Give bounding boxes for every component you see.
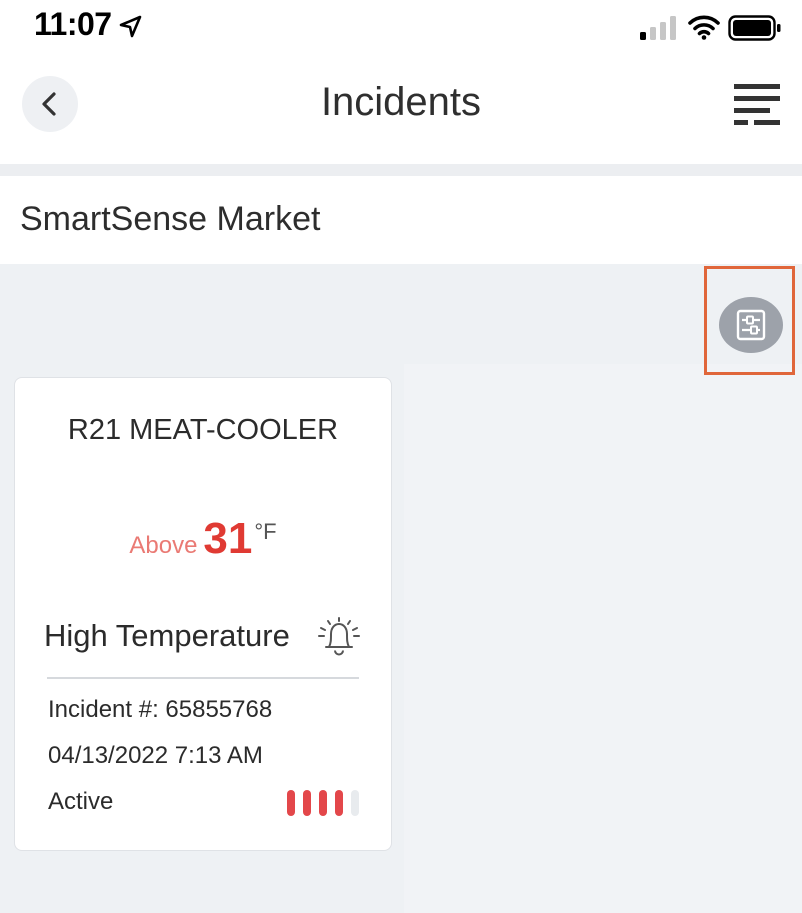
reading-prefix: Above xyxy=(129,532,198,559)
status-bar: 11:07 xyxy=(0,0,802,56)
severity-bar xyxy=(351,790,359,816)
severity-bar xyxy=(319,790,327,816)
incident-datetime: 04/13/2022 7:13 AM xyxy=(48,742,263,769)
header-divider xyxy=(0,164,802,176)
filter-sliders-icon xyxy=(736,309,766,341)
location-name: SmartSense Market xyxy=(20,200,321,238)
device-name: R21 MEAT-COOLER xyxy=(67,414,339,446)
content-background-strip xyxy=(404,364,802,913)
bell-ringing-icon xyxy=(318,617,360,656)
reading-value: 31 xyxy=(203,514,253,563)
incident-number: Incident #: 65855768 xyxy=(48,696,273,723)
filter-button[interactable] xyxy=(719,297,783,353)
alert-type: High Temperature xyxy=(44,618,290,653)
wifi-icon xyxy=(688,15,720,40)
location-arrow-icon xyxy=(119,15,142,38)
severity-indicator xyxy=(287,790,359,816)
incident-status: Active xyxy=(48,788,114,815)
severity-bar xyxy=(335,790,343,816)
severity-bar xyxy=(287,790,295,816)
menu-icon[interactable] xyxy=(732,82,782,126)
reading-unit: °F xyxy=(254,519,277,544)
temperature-reading: Above 31°F xyxy=(15,514,391,564)
card-divider xyxy=(47,677,359,679)
page-title: Incidents xyxy=(320,80,482,124)
status-time: 11:07 xyxy=(34,6,112,42)
battery-icon xyxy=(728,15,781,41)
cellular-signal-icon xyxy=(640,16,676,40)
severity-bar xyxy=(303,790,311,816)
incident-card[interactable]: R21 MEAT-COOLER Above 31°F High Temperatu… xyxy=(14,377,392,851)
location-bar[interactable]: SmartSense Market xyxy=(0,176,802,264)
nav-bar: Incidents xyxy=(0,56,802,164)
